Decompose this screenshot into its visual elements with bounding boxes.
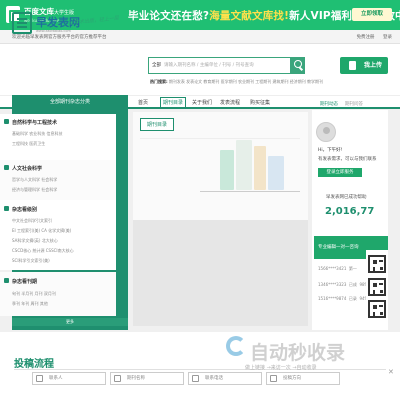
search-input[interactable]: 请输入期刊名称 / 主编单位 / 刊号 / 刊号查询 — [164, 62, 254, 68]
shelf-line — [200, 191, 300, 192]
sidebar-line[interactable]: SCI科学引文索引(美) — [12, 258, 50, 264]
phone-input[interactable]: 联系电话 — [188, 372, 262, 385]
book-icon — [114, 375, 121, 382]
banner-cta-button[interactable]: 立即领取 — [352, 8, 392, 21]
site-logo-icon[interactable] — [12, 12, 32, 34]
all-categories-button[interactable]: 全部期刊杂志分类 — [12, 95, 128, 110]
sidebar-line[interactable]: EI 工程索引(美) CA 化学文摘(美) — [12, 228, 71, 234]
phone-icon — [192, 375, 199, 382]
close-icon[interactable]: ✕ — [388, 368, 394, 376]
watermark-logo-icon — [226, 336, 246, 356]
watermark-sub: 做上链接 →来访一次 →自动收录 — [245, 365, 317, 371]
login-link[interactable]: 登录 — [383, 35, 392, 40]
qr-code-icon[interactable] — [368, 300, 386, 318]
register-link[interactable]: 免费注册 — [357, 35, 375, 40]
record-row: 1516****9874 已录 94% — [318, 296, 369, 301]
nav-item-home[interactable]: 首页 — [138, 99, 148, 106]
person-icon — [36, 375, 43, 382]
upload-button[interactable]: 我上传 — [340, 57, 388, 74]
tab-journal-news[interactable]: 期刊动态 — [320, 101, 338, 107]
qr-code-icon[interactable] — [368, 255, 386, 273]
sidebar-line[interactable]: 基础科学 农业科技 信息科技 — [12, 131, 63, 137]
service-desc: 有发表需求，可以与我们联系 — [318, 157, 377, 162]
section-divider — [14, 369, 386, 370]
nav-item-about[interactable]: 关于我们 — [192, 99, 212, 106]
tab-journal-qa[interactable]: 期刊问答 — [345, 101, 363, 107]
welcome-text: 欢迎光临早发表网官方服务平台的官方推荐平台 — [12, 35, 107, 40]
sidebar-line[interactable]: 中文社会科学引文索引 — [12, 218, 52, 224]
nav-item-journal-list[interactable]: 期刊目录 — [160, 97, 187, 108]
hero-divider — [140, 138, 300, 139]
book-icon — [220, 150, 234, 190]
contact-name-input[interactable]: 联系人 — [32, 372, 106, 385]
record-row: 1566****3421 第一 — [318, 266, 357, 271]
nav-item-purchase[interactable]: 购买征集 — [250, 99, 270, 106]
sidebar-line[interactable]: 哲学与人文科学 社会科学 — [12, 177, 57, 183]
hot-searches[interactable]: 热门搜索: 期刊发表 发表论文 教育期刊 医学期刊 农业期刊 工程期刊 建筑期刊… — [150, 79, 323, 85]
book-icon — [254, 146, 266, 190]
nav-item-process[interactable]: 发表流程 — [220, 99, 240, 106]
topbar-links: 免费注册 登录 — [350, 34, 392, 40]
sidebar-line[interactable]: CSCD核心 统计源 CSSCI南大核心 — [12, 248, 74, 254]
sidebar-line[interactable]: SA科学文摘(英) 北大核心 — [12, 238, 58, 244]
direction-select[interactable]: 投稿方向 — [266, 372, 340, 385]
sidebar-title-humanities[interactable]: 人文社会科学 — [3, 165, 42, 172]
sidebar-more-button[interactable]: 更多 — [12, 318, 128, 326]
user-avatar-icon — [316, 122, 336, 142]
record-row: 1346****3323 已成 98% — [318, 282, 369, 287]
success-count-label: 早发表网已成功帮助 — [326, 195, 367, 200]
book-icon — [236, 140, 252, 190]
sidebar-line[interactable]: 旬刊 半月刊 月刊 双月刊 — [12, 291, 56, 297]
tab-journal-list[interactable]: 期刊目录 — [140, 118, 175, 131]
flow-title: 投稿流程 — [14, 359, 54, 370]
sidebar-line[interactable]: 经济与管理科学 社会科学 — [12, 187, 57, 193]
sidebar-line[interactable]: 季刊 年刊 周刊 其他 — [12, 301, 48, 307]
login-service-button[interactable]: 登录立即服务 — [318, 168, 362, 177]
success-count: 2,016,77 — [325, 206, 375, 217]
sidebar-title-level[interactable]: 杂志看级别 — [3, 206, 37, 213]
journal-name-input[interactable]: 期刊名称 — [110, 372, 184, 385]
list-icon — [270, 375, 277, 382]
qr-code-icon[interactable] — [368, 278, 386, 296]
content-placeholder — [133, 220, 308, 326]
sidebar-line[interactable]: 工程科技 医药卫生 — [12, 141, 45, 147]
sidebar-title-natural[interactable]: 自然科学与工程技术 — [3, 119, 57, 126]
search-icon[interactable] — [291, 57, 305, 74]
book-icon — [268, 156, 284, 190]
sidebar-title-period[interactable]: 杂志看刊期 — [3, 278, 37, 285]
greeting-text: Hi，下午好! — [318, 148, 343, 153]
search-type-select[interactable]: 全部 — [152, 62, 161, 68]
site-url: www.zaofabiao.com — [36, 29, 71, 33]
watermark-text: 自动秒收录 — [250, 342, 346, 364]
